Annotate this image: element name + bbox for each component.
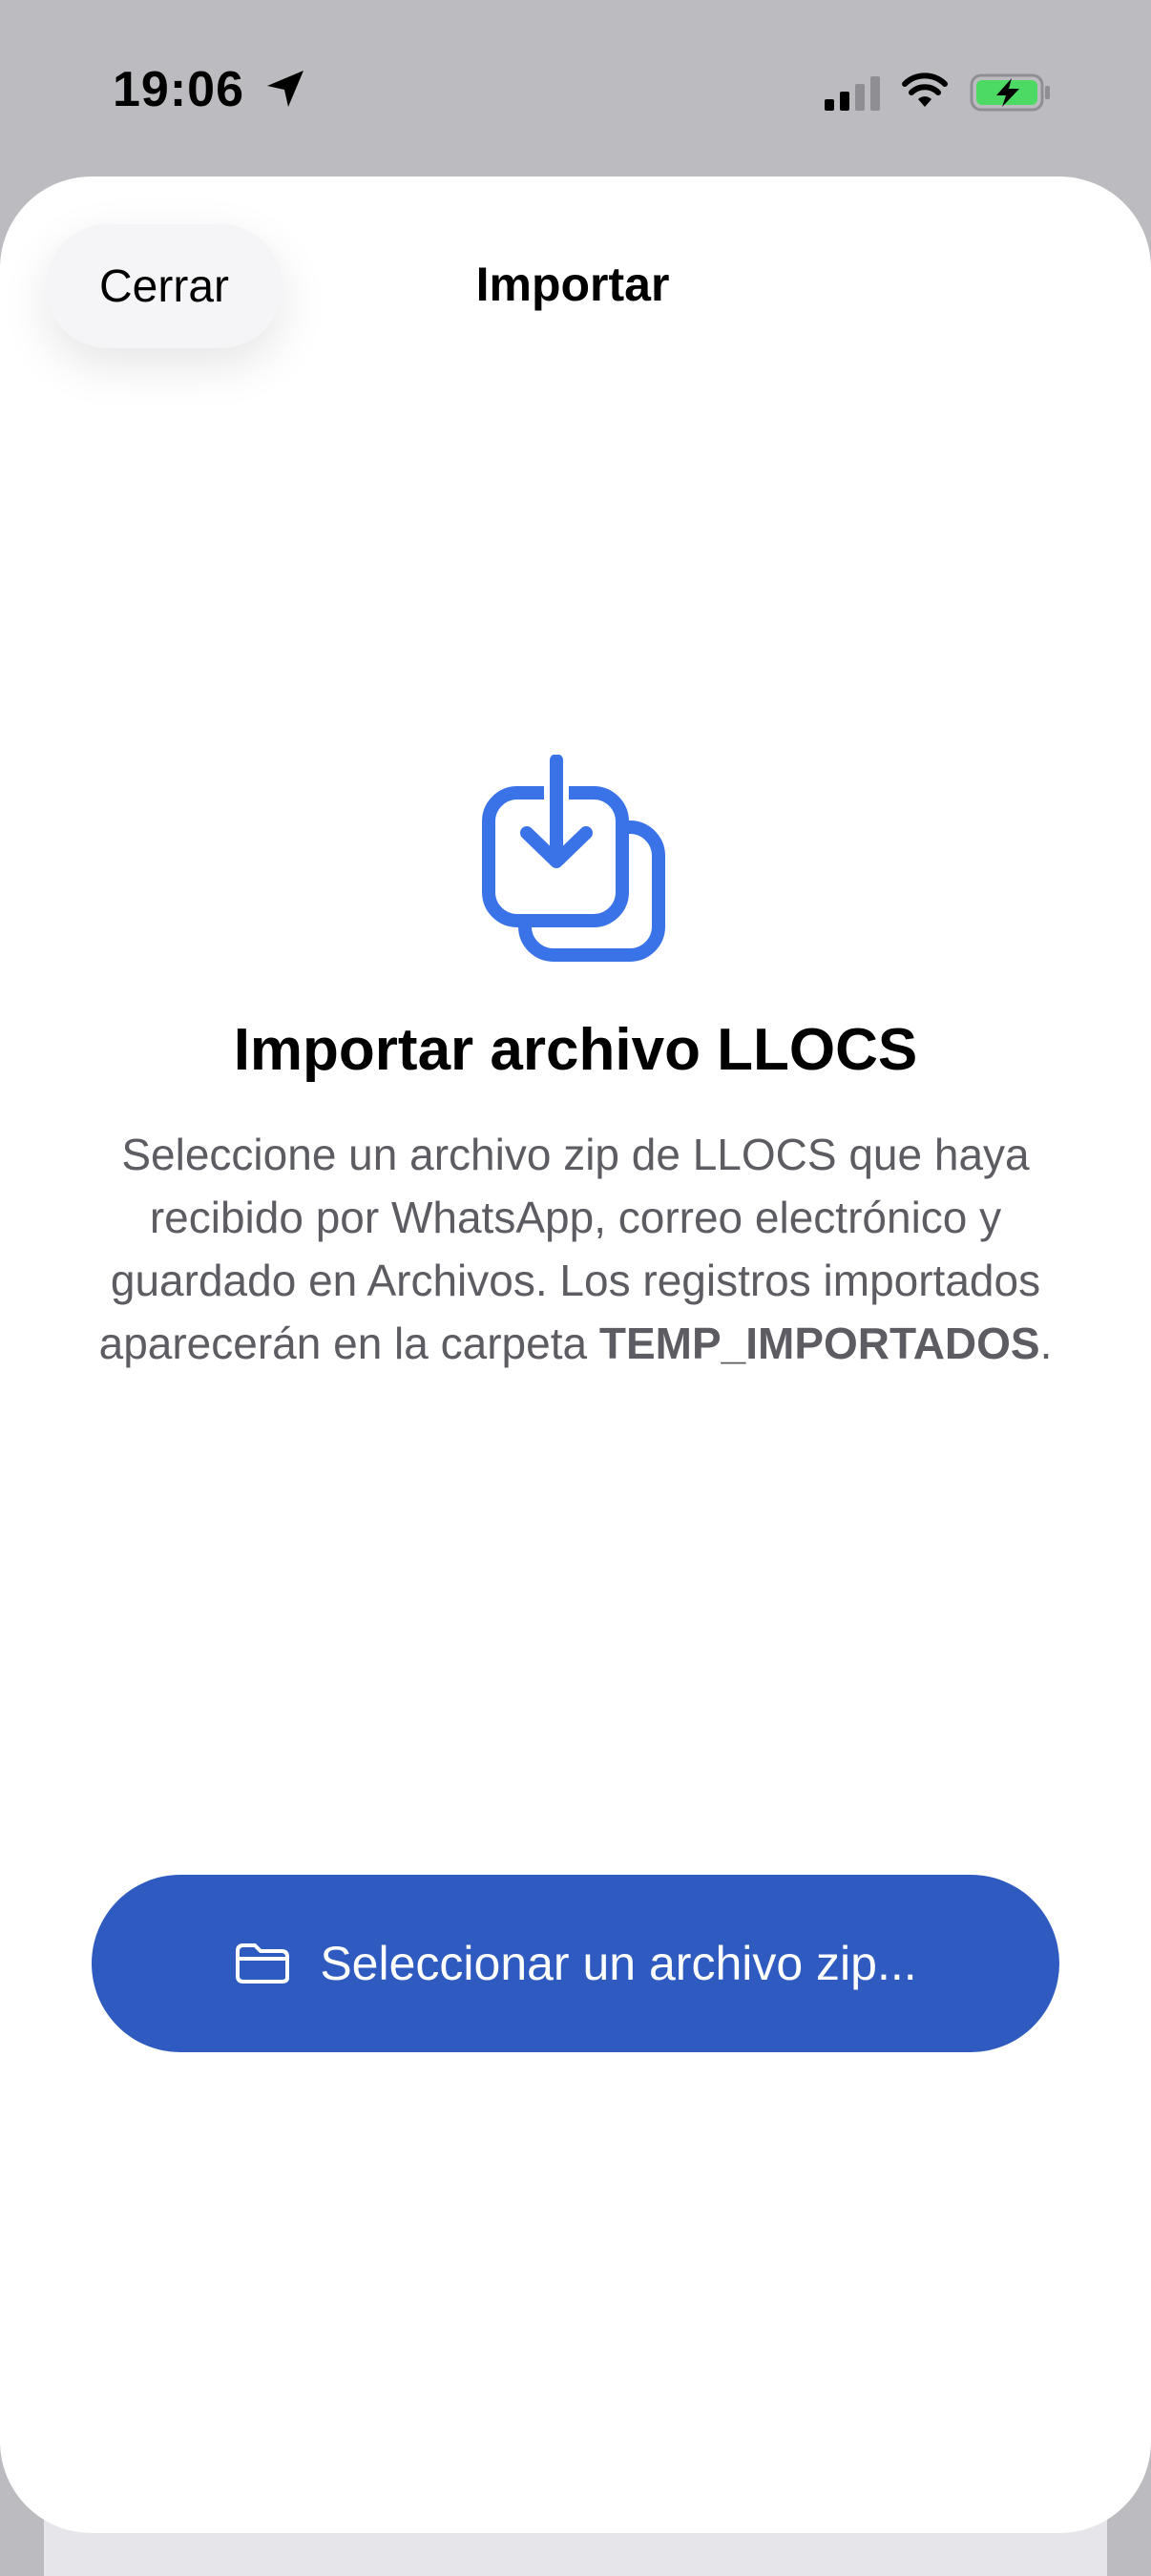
import-sheet: Cerrar Importar Importar archivo LLOCS S…	[0, 177, 1151, 2533]
import-download-icon	[482, 755, 665, 962]
import-heading: Importar archivo LLOCS	[233, 1017, 918, 1083]
description-end: .	[1039, 1319, 1053, 1368]
battery-charging-icon	[970, 73, 1050, 112]
status-time: 19:06	[113, 62, 244, 117]
description-folder-name: TEMP_IMPORTADOS	[598, 1319, 1040, 1368]
wifi-icon	[902, 73, 948, 107]
sheet-title-text: Importar	[475, 258, 670, 311]
folder-icon	[236, 1943, 290, 1984]
import-description: Seleccione un archivo zip de LLOCS que h…	[57, 1123, 1094, 1375]
select-zip-button[interactable]: Seleccionar un archivo zip...	[92, 1875, 1059, 2052]
location-arrow-icon	[267, 71, 303, 107]
cellular-signal-icon	[825, 76, 880, 111]
select-zip-label: Seleccionar un archivo zip...	[320, 1937, 917, 1990]
status-bar: 19:06	[0, 0, 1151, 177]
close-button[interactable]: Cerrar	[46, 224, 283, 348]
